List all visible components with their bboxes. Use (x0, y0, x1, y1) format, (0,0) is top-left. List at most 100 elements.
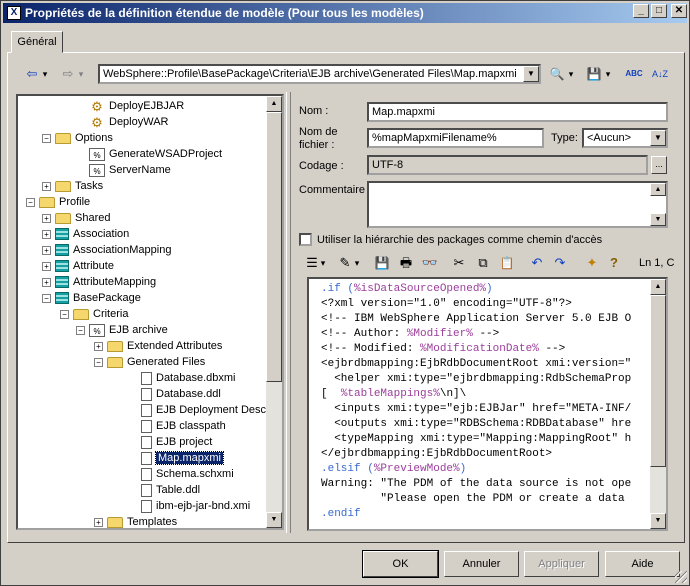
redo-icon[interactable]: ↷ (552, 253, 568, 273)
name-input[interactable]: Map.mapxmi (367, 102, 668, 122)
find-icon[interactable]: 👓 (421, 253, 439, 273)
find-icon[interactable]: 🔍 (548, 64, 566, 84)
spell-check-icon[interactable]: ABC (623, 64, 645, 84)
tree-item-label: EJB project (156, 436, 213, 448)
expand-icon[interactable]: + (42, 213, 51, 223)
resize-grip[interactable] (675, 571, 687, 583)
tree-item[interactable]: Database.ddl (128, 386, 221, 402)
scroll-up-icon[interactable]: ▲ (650, 183, 666, 196)
copy-icon[interactable]: ⧉ (475, 253, 491, 273)
edit-icon[interactable]: ✎ (337, 253, 353, 273)
print-icon[interactable]: 🖶 (397, 253, 415, 273)
collapse-icon[interactable]: − (42, 293, 51, 303)
encoding-browse-button[interactable]: ... (651, 156, 667, 174)
expand-icon[interactable]: + (42, 245, 51, 255)
template-editor[interactable]: .if (%isDataSourceOpened%) <?xml version=… (307, 277, 668, 531)
tree-item[interactable]: % ServerName (76, 162, 171, 178)
tree-item[interactable]: ibm-ejb-jar-bnd.xmi (128, 498, 250, 514)
sort-icon[interactable]: A↓Z (649, 64, 671, 84)
find-dropdown-icon[interactable]: ▾ (567, 64, 575, 84)
tree-item[interactable]: + Attribute (42, 258, 114, 274)
tree-item[interactable]: + Templates (94, 514, 177, 528)
tree-item[interactable]: EJB Deployment Descrip (128, 402, 268, 418)
collapse-icon[interactable]: − (60, 309, 69, 319)
properties-dropdown-icon[interactable]: ▾ (319, 253, 327, 273)
cut-icon[interactable]: ✂ (451, 253, 467, 273)
code-text: <!-- Author: (321, 328, 407, 340)
chevron-down-icon[interactable]: ▼ (650, 130, 666, 146)
title-bar[interactable]: X Propriétés de la définition étendue de… (3, 3, 687, 23)
filename-input[interactable]: %mapMapxmiFilename% (367, 128, 544, 148)
tree-item[interactable]: ⚙ DeployWAR (76, 114, 168, 130)
expand-icon[interactable]: + (42, 277, 51, 287)
file-icon (141, 435, 152, 449)
tree-item[interactable]: EJB classpath (128, 418, 226, 434)
tree-item[interactable]: − Profile (26, 194, 90, 210)
tab-general[interactable]: Général (11, 31, 63, 53)
scroll-up-icon[interactable]: ▲ (650, 279, 666, 295)
scroll-down-icon[interactable]: ▼ (650, 513, 666, 529)
editor-vertical-scrollbar[interactable]: ▲ ▼ (650, 279, 666, 529)
back-icon[interactable]: ⇦ (23, 64, 41, 84)
back-dropdown-icon[interactable]: ▾ (41, 64, 49, 84)
expand-icon[interactable]: + (42, 261, 51, 271)
forward-icon[interactable]: ⇨ (59, 64, 77, 84)
tree-item[interactable]: Table.ddl (128, 482, 200, 498)
use-hierarchy-checkbox[interactable] (299, 233, 312, 246)
cancel-button[interactable]: Annuler (444, 551, 519, 577)
tree-item[interactable]: + Tasks (42, 178, 103, 194)
tree-item[interactable]: + Extended Attributes (94, 338, 222, 354)
properties-icon[interactable]: ☰ (305, 253, 319, 273)
comment-textarea[interactable]: ▲ ▼ (367, 181, 668, 228)
tree-item[interactable]: + AttributeMapping (42, 274, 156, 290)
tree-item[interactable]: −% EJB archive (76, 322, 168, 338)
tree-item[interactable]: − Criteria (60, 306, 128, 322)
paste-icon[interactable]: 📋 (498, 253, 516, 273)
collapse-icon[interactable]: − (42, 133, 51, 143)
save-dropdown-icon[interactable]: ▾ (604, 64, 612, 84)
expand-icon[interactable]: + (42, 229, 51, 239)
maximize-button[interactable]: □ (651, 4, 667, 18)
tree-item[interactable]: EJB project (128, 434, 212, 450)
ok-button[interactable]: OK (362, 550, 439, 578)
tree-vertical-scrollbar[interactable]: ▲ ▼ (266, 96, 282, 528)
tree-item[interactable]: Map.mapxmi (128, 450, 224, 466)
path-combobox[interactable]: WebSphere::Profile\BasePackage\Criteria\… (98, 64, 541, 84)
insert-variable-icon[interactable]: ✦ (584, 253, 600, 273)
pane-splitter[interactable] (286, 92, 291, 533)
chevron-down-icon[interactable]: ▼ (523, 66, 539, 82)
tree-scroll-thumb[interactable] (266, 112, 282, 382)
collapse-icon[interactable]: − (26, 197, 35, 207)
help-button[interactable]: Aide (605, 551, 680, 577)
expand-icon[interactable]: + (42, 181, 51, 191)
scroll-down-icon[interactable]: ▼ (650, 213, 666, 226)
collapse-icon[interactable]: − (94, 357, 103, 367)
forward-dropdown-icon[interactable]: ▾ (77, 64, 85, 84)
tree-item[interactable]: ⚙ DeployEJBJAR (76, 98, 184, 114)
scroll-down-icon[interactable]: ▼ (266, 512, 282, 528)
edit-dropdown-icon[interactable]: ▾ (353, 253, 361, 273)
minimize-button[interactable]: _ (633, 4, 649, 18)
close-button[interactable]: ✕ (671, 4, 687, 18)
collapse-icon[interactable]: − (76, 325, 85, 335)
tree-item[interactable]: Database.dbxmi (128, 370, 236, 386)
code-variable: %ModificationDate% (420, 343, 539, 355)
tree-item[interactable]: + Association (42, 226, 129, 242)
save-icon[interactable]: 💾 (373, 253, 391, 273)
save-icon[interactable]: 💾 (585, 64, 603, 84)
tree-item[interactable]: − Options (42, 130, 113, 146)
definition-tree[interactable]: ⚙ DeployEJBJAR ⚙ DeployWAR − Options% Generate… (16, 94, 284, 530)
tree-item[interactable]: + Shared (42, 210, 110, 226)
tree-item[interactable]: Schema.schxmi (128, 466, 234, 482)
undo-icon[interactable]: ↶ (529, 253, 545, 273)
tree-item[interactable]: − Generated Files (94, 354, 205, 370)
scroll-up-icon[interactable]: ▲ (266, 96, 282, 112)
tree-item[interactable]: % GenerateWSADProject (76, 146, 222, 162)
tree-item[interactable]: − BasePackage (42, 290, 141, 306)
type-select[interactable]: <Aucun> ▼ (582, 128, 668, 148)
help-icon[interactable]: ? (607, 253, 621, 273)
tree-item[interactable]: + AssociationMapping (42, 242, 171, 258)
expand-icon[interactable]: + (94, 341, 103, 351)
expand-icon[interactable]: + (94, 517, 103, 527)
editor-scroll-thumb[interactable] (650, 295, 666, 467)
